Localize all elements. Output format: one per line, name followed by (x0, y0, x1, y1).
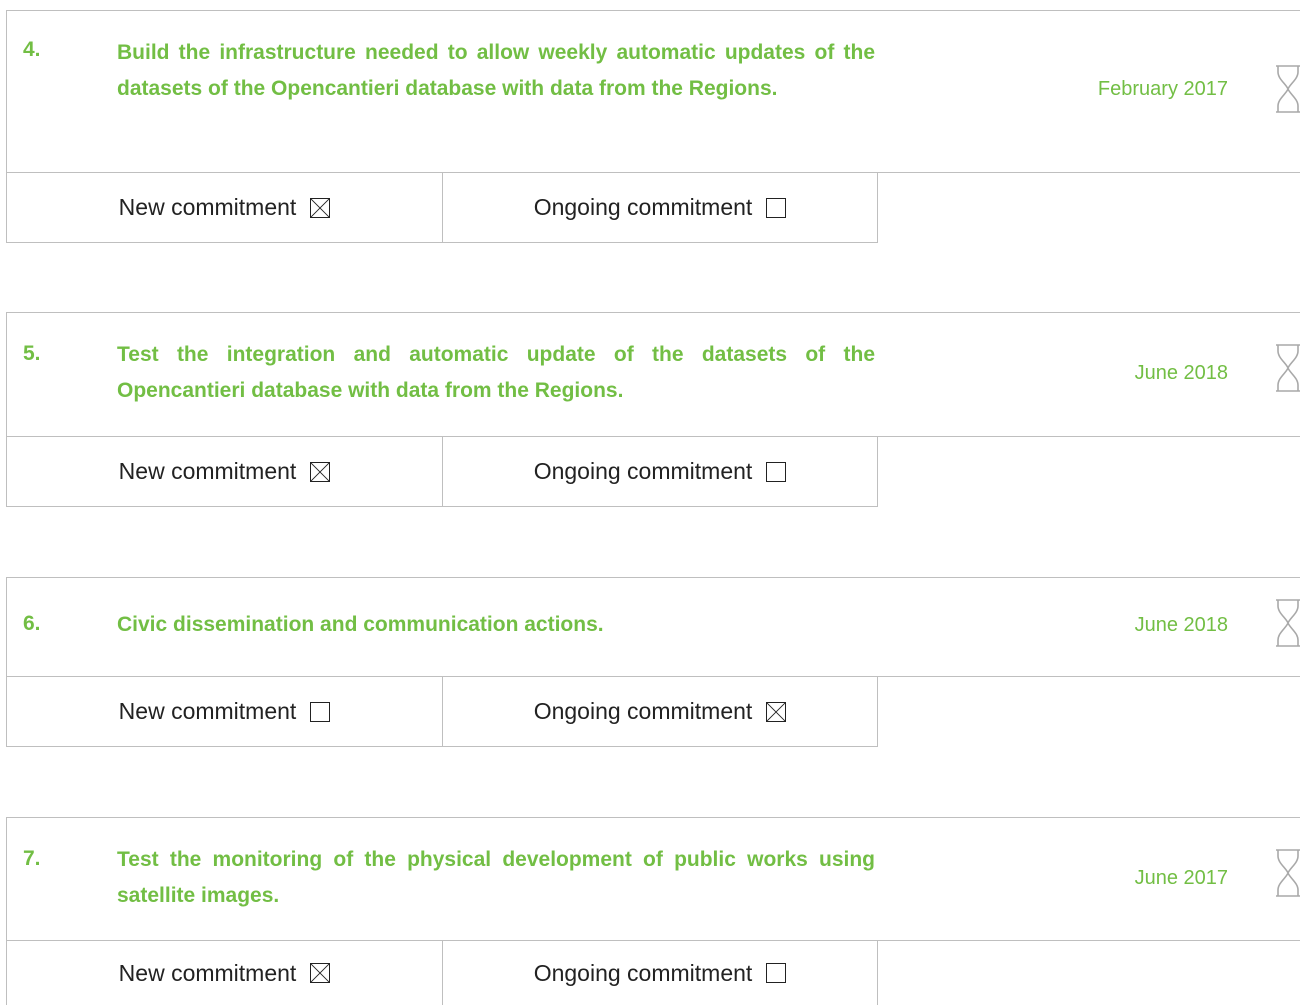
new-commitment-cell: New commitment (7, 941, 442, 1005)
new-commitment-checkbox[interactable] (310, 701, 331, 722)
milestone-number: 5. (23, 342, 41, 365)
hourglass-icon (1276, 849, 1300, 897)
ongoing-commitment-label: Ongoing commitment (533, 458, 753, 484)
hourglass-icon (1276, 599, 1300, 647)
new-commitment-label: New commitment (118, 698, 297, 724)
milestone-header: 7. Test the monitoring of the physical d… (6, 817, 1300, 941)
new-commitment-checkbox[interactable] (310, 197, 331, 218)
hourglass-icon (1276, 65, 1300, 113)
milestone-header: 6. Civic dissemination and communication… (6, 577, 1300, 677)
milestone-header: 5. Test the integration and automatic up… (6, 312, 1300, 437)
new-commitment-checkbox[interactable] (310, 963, 331, 983)
milestone-date: June 2017 (1134, 867, 1228, 889)
new-commitment-cell: New commitment (7, 677, 442, 746)
ongoing-commitment-checkbox[interactable] (766, 963, 787, 983)
milestone-header: 4. Build the infrastructure needed to al… (6, 10, 1300, 173)
milestone-title: Test the integration and automatic updat… (117, 343, 875, 402)
commitment-type-row: New commitment Ongoing commitment (6, 677, 878, 747)
new-commitment-label: New commitment (118, 194, 297, 220)
milestone-title: Build the infrastructure needed to allow… (117, 41, 875, 100)
ongoing-commitment-label: Ongoing commitment (533, 194, 753, 220)
milestone-title: Test the monitoring of the physical deve… (117, 848, 875, 907)
ongoing-commitment-checkbox[interactable] (766, 197, 787, 218)
ongoing-commitment-checkbox[interactable] (766, 701, 787, 722)
ongoing-commitment-label: Ongoing commitment (533, 698, 753, 724)
milestone-title: Civic dissemination and communication ac… (117, 613, 604, 636)
new-commitment-cell: New commitment (7, 173, 442, 242)
commitment-type-row: New commitment Ongoing commitment (6, 437, 878, 507)
milestone-number: 4. (23, 38, 41, 61)
hourglass-icon (1276, 344, 1300, 392)
new-commitment-label: New commitment (118, 458, 297, 484)
new-commitment-cell: New commitment (7, 437, 442, 506)
commitment-type-row: New commitment Ongoing commitment (6, 941, 878, 1005)
ongoing-commitment-cell: Ongoing commitment (442, 173, 877, 242)
milestone-date: June 2018 (1134, 362, 1228, 384)
milestone-date: June 2018 (1134, 614, 1228, 636)
ongoing-commitment-checkbox[interactable] (766, 461, 787, 482)
ongoing-commitment-label: Ongoing commitment (533, 959, 753, 986)
commitment-type-row: New commitment Ongoing commitment (6, 173, 878, 243)
milestone-number: 7. (23, 847, 41, 870)
ongoing-commitment-cell: Ongoing commitment (442, 941, 877, 1005)
milestone-number: 6. (23, 612, 41, 635)
ongoing-commitment-cell: Ongoing commitment (442, 677, 877, 746)
new-commitment-label: New commitment (118, 959, 297, 986)
milestone-date: February 2017 (1097, 78, 1228, 100)
new-commitment-checkbox[interactable] (310, 461, 331, 482)
ongoing-commitment-cell: Ongoing commitment (442, 437, 877, 506)
